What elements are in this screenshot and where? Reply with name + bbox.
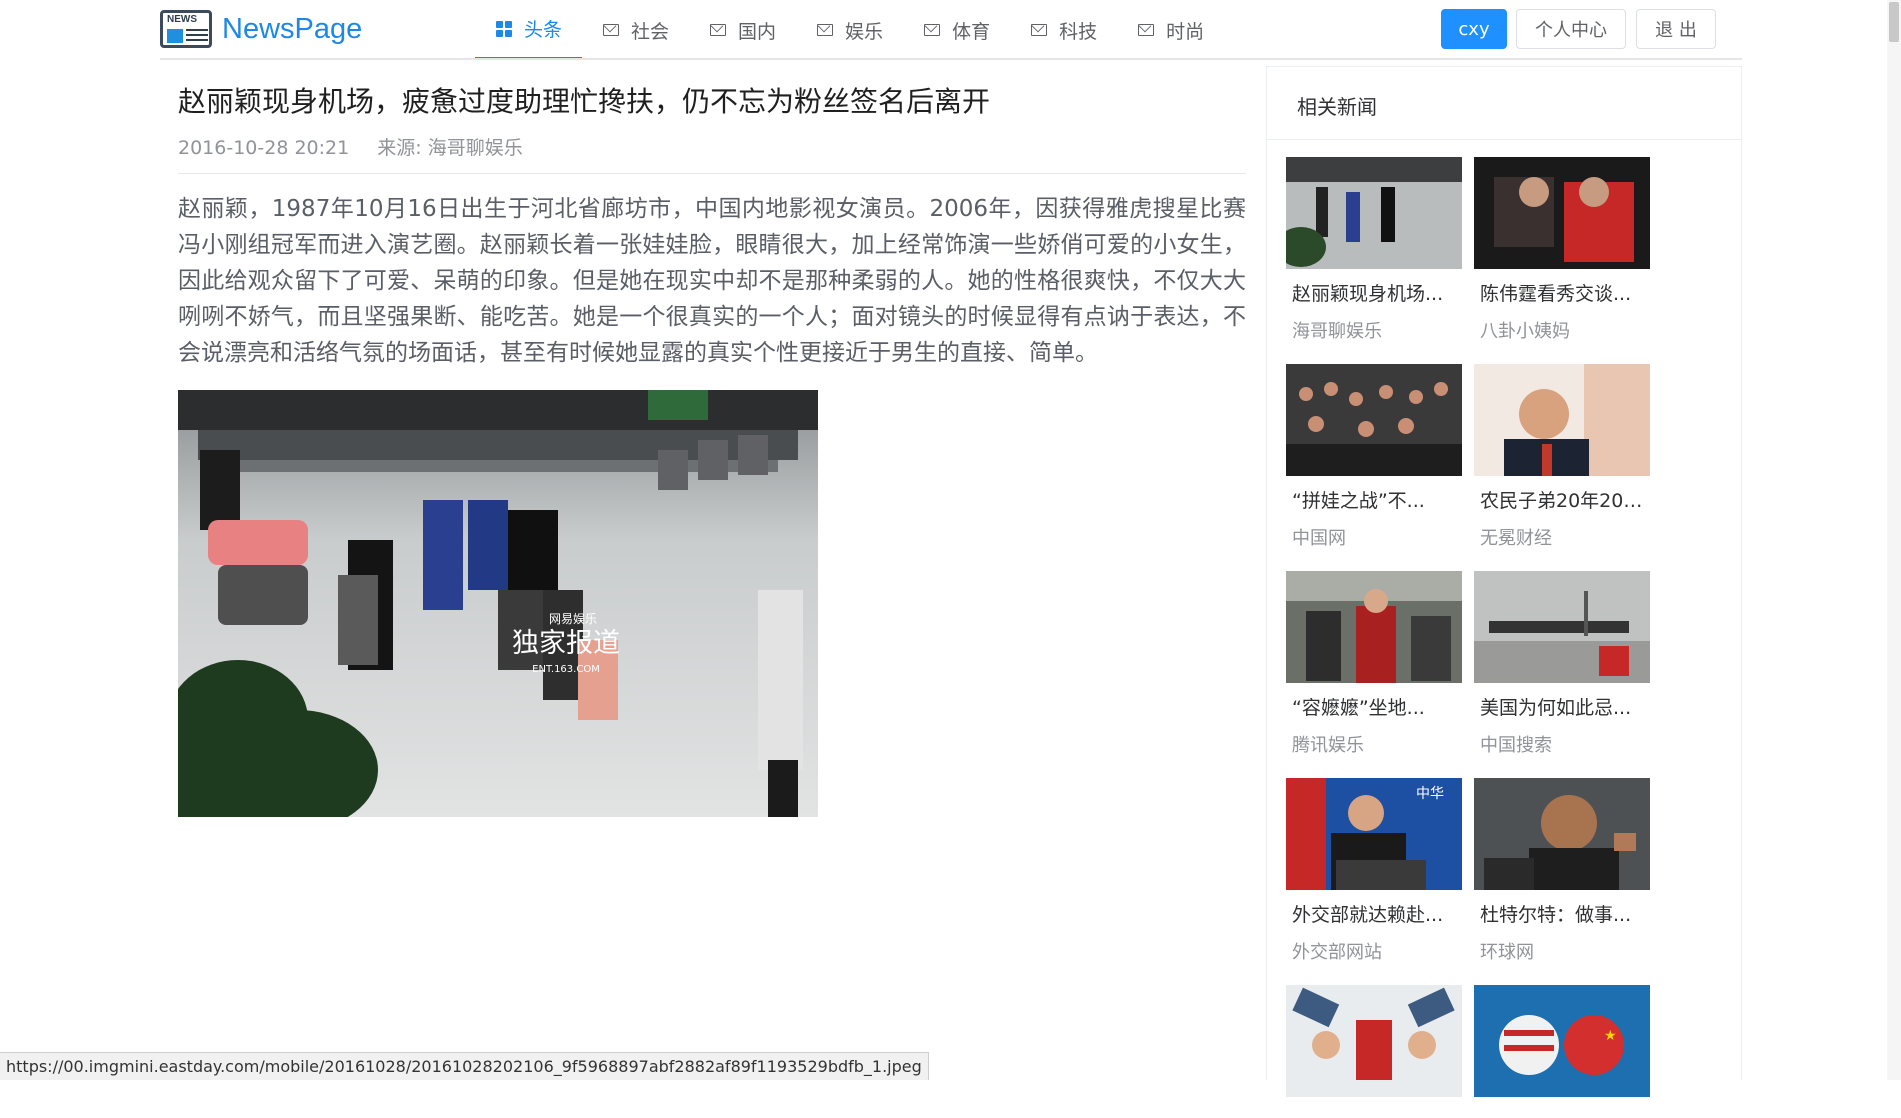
nav-tab-domestic[interactable]: 国内 [689, 0, 796, 60]
news-card-source: 外交部网站 [1292, 942, 1382, 963]
link-status-bar: https://00.imgmini.eastday.com/mobile/20… [0, 1052, 929, 1080]
source-label: 来源: [377, 137, 422, 159]
mail-icon [603, 24, 620, 36]
news-thumbnail [1286, 571, 1462, 683]
news-card-title: “拼娃之战”不... [1292, 490, 1425, 512]
article-title: 赵丽颖现身机场，疲惫过度助理忙搀扶，仍不忘为粉丝签名后离开 [178, 85, 991, 118]
related-news-title: 相关新闻 [1297, 95, 1377, 119]
news-card-title: 陈伟霆看秀交谈... [1480, 283, 1632, 305]
news-thumbnail [1474, 157, 1650, 269]
nav-tab-entertainment[interactable]: 娱乐 [796, 0, 903, 60]
category-nav: 头条 社会 国内 娱乐 体育 科技 时尚 [475, 0, 1224, 60]
logout-button[interactable]: 退 出 [1636, 9, 1716, 49]
site-logo[interactable]: NEWS NewsPage [160, 10, 362, 48]
article-date: 2016-10-28 20:21 [178, 137, 350, 159]
logo-text: NewsPage [222, 12, 363, 45]
news-card-source: 海哥聊娱乐 [1292, 321, 1382, 342]
mail-icon [924, 24, 941, 36]
article-source: 海哥聊娱乐 [427, 137, 523, 159]
news-card-source: 中国搜索 [1480, 735, 1552, 756]
sidebar-divider [1267, 139, 1741, 140]
nav-tab-label: 体育 [952, 20, 991, 43]
news-thumbnail [1286, 985, 1462, 1097]
nav-tab-label: 社会 [631, 20, 670, 43]
news-card-source: 八卦小姨妈 [1480, 321, 1570, 342]
news-thumbnail: 中华 [1286, 778, 1462, 890]
personal-center-button[interactable]: 个人中心 [1516, 9, 1626, 49]
nav-tab-label: 头条 [524, 19, 563, 41]
news-card-title: 赵丽颖现身机场... [1292, 283, 1444, 305]
news-thumbnail [1474, 364, 1650, 476]
logo-badge: NEWS [167, 14, 197, 25]
username-button[interactable]: cxy [1441, 9, 1507, 49]
news-card-title: 农民子弟20年200... [1480, 490, 1650, 512]
related-news-card[interactable]: 农民子弟20年200... 无冕财经 [1474, 364, 1650, 550]
news-card-source: 环球网 [1480, 942, 1534, 963]
nav-tab-label: 科技 [1059, 20, 1098, 43]
top-header: NEWS NewsPage 头条 社会 国内 娱乐 体育 科技 时尚 cxy 个… [0, 0, 1901, 60]
related-news-card[interactable]: 美国为何如此忌... 中国搜索 [1474, 571, 1650, 757]
news-thumbnail: ★ [1474, 985, 1650, 1097]
related-news-card[interactable]: 赵丽颖现身机场... 海哥聊娱乐 [1286, 157, 1462, 343]
related-news-panel: 相关新闻 赵丽颖现身机场... 海哥聊娱乐 陈伟霆看秀交谈... 八卦小姨妈 “… [1266, 66, 1742, 1097]
news-card-source: 无冕财经 [1480, 528, 1552, 549]
grid-icon [496, 20, 512, 37]
newspaper-icon: NEWS [160, 10, 212, 48]
news-thumbnail [1474, 571, 1650, 683]
watermark-brand: 网易娱乐 [549, 612, 597, 626]
news-card-source: 中国网 [1292, 528, 1346, 549]
nav-tab-headlines[interactable]: 头条 [475, 0, 583, 60]
watermark-url: ENT.163.COM [532, 664, 600, 675]
mail-icon [1138, 24, 1155, 36]
airport-photo: 网易娱乐 独家报道 ENT.163.COM [178, 390, 818, 817]
related-news-card[interactable]: “容嬷嬷”坐地... 腾讯娱乐 [1286, 571, 1462, 757]
news-thumbnail [1286, 364, 1462, 476]
related-news-card[interactable]: 杜特尔特：做事... 环球网 [1474, 778, 1650, 964]
watermark-main: 独家报道 [512, 628, 620, 659]
news-card-title: 外交部就达赖赴... [1292, 904, 1444, 926]
header-divider [160, 58, 1742, 60]
news-card-title: “容嬷嬷”坐地... [1292, 697, 1425, 719]
news-card-source: 腾讯娱乐 [1292, 735, 1364, 756]
article-photo[interactable]: 网易娱乐 独家报道 ENT.163.COM [178, 390, 818, 817]
related-news-card[interactable]: 陈伟霆看秀交谈... 八卦小姨妈 [1474, 157, 1650, 343]
related-news-card[interactable]: 中华 外交部就达赖赴... 外交部网站 [1286, 778, 1462, 964]
nav-tab-society[interactable]: 社会 [582, 0, 689, 60]
page-scrollbar[interactable] [1887, 0, 1901, 1080]
mail-icon [710, 24, 727, 36]
nav-tab-sports[interactable]: 体育 [903, 0, 1010, 60]
scrollbar-thumb[interactable] [1889, 2, 1899, 42]
nav-tab-label: 娱乐 [845, 20, 884, 43]
nav-tab-tech[interactable]: 科技 [1010, 0, 1117, 60]
svg-text:★: ★ [1604, 1028, 1617, 1044]
mail-icon [1031, 24, 1048, 36]
mail-icon [817, 24, 834, 36]
news-card-title: 美国为何如此忌... [1480, 697, 1632, 719]
svg-text:中华: 中华 [1416, 786, 1444, 802]
related-news-card[interactable]: ★ [1474, 985, 1650, 1118]
nav-tab-label: 时尚 [1166, 20, 1205, 43]
news-thumbnail [1474, 778, 1650, 890]
related-news-card[interactable] [1286, 985, 1462, 1118]
article-divider [178, 173, 1246, 174]
article-meta: 2016-10-28 20:21 来源: 海哥聊娱乐 [178, 133, 523, 160]
news-thumbnail [1286, 157, 1462, 269]
related-news-card[interactable]: “拼娃之战”不... 中国网 [1286, 364, 1462, 550]
nav-tab-fashion[interactable]: 时尚 [1117, 0, 1224, 60]
nav-tab-label: 国内 [738, 20, 777, 43]
news-card-title: 杜特尔特：做事... [1480, 904, 1632, 926]
article-body: 赵丽颖，1987年10月16日出生于河北省廊坊市，中国内地影视女演员。2006年… [178, 196, 1246, 366]
